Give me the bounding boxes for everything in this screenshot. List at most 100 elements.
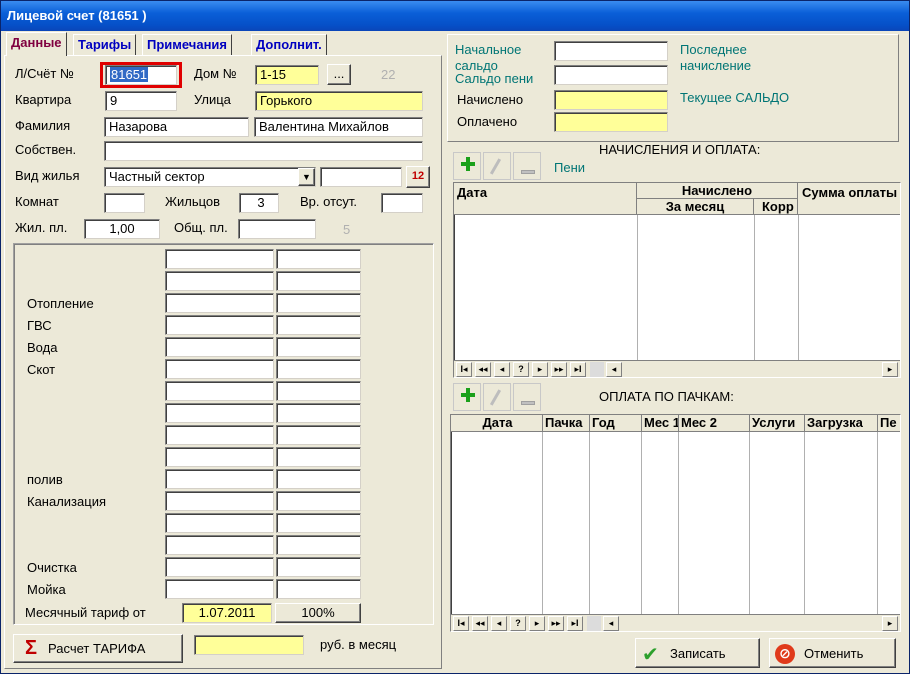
tab-additional[interactable]: Дополнит. [251, 34, 327, 55]
service-value-cell[interactable] [165, 469, 274, 489]
service-extra-cell[interactable] [276, 403, 361, 423]
service-value-cell[interactable] [165, 425, 274, 445]
service-extra-cell[interactable] [276, 513, 361, 533]
nav-prev-icon[interactable]: ◂ [494, 362, 510, 377]
tab-notes[interactable]: Примечания [142, 34, 233, 55]
save-button[interactable]: ✔ Записать [635, 638, 760, 668]
charges-scrollbar[interactable]: I◂ ◂◂ ◂? ▸ ▸▸ ▸I ◂ ▸ [454, 360, 900, 377]
service-value-cell[interactable] [165, 315, 274, 335]
col-year-header[interactable]: Год [590, 415, 642, 432]
col-date-header[interactable]: Дата [454, 183, 637, 215]
service-value-cell[interactable] [165, 491, 274, 511]
col-month1-header[interactable]: Мес 1 [642, 415, 679, 432]
service-extra-cell[interactable] [276, 557, 361, 577]
service-value-cell[interactable] [165, 447, 274, 467]
calc-tariff-button[interactable]: Σ Расчет ТАРИФА [13, 634, 183, 663]
residents-field[interactable]: 3 [239, 193, 279, 213]
owner-field[interactable] [104, 141, 423, 161]
nav-prev-page-icon[interactable]: ◂◂ [472, 616, 488, 631]
nav-next-page-icon[interactable]: ▸▸ [548, 616, 564, 631]
house-browse-button[interactable]: ... [327, 64, 351, 85]
service-extra-cell[interactable] [276, 315, 361, 335]
opening-balance-field[interactable] [554, 41, 668, 61]
account-field[interactable]: 81651 [105, 65, 177, 85]
edit-icon[interactable] [483, 152, 511, 180]
temp-absent-field[interactable] [381, 193, 423, 213]
service-extra-cell[interactable] [276, 249, 361, 269]
col-corr-header[interactable]: Корр [754, 199, 798, 215]
housing-type-select[interactable]: Частный сектор ▼ [104, 167, 316, 187]
paid-field[interactable] [554, 112, 668, 132]
service-value-cell[interactable] [165, 535, 274, 555]
service-value-cell[interactable] [165, 249, 274, 269]
penalty-balance-field[interactable] [554, 65, 668, 85]
service-extra-cell[interactable] [276, 359, 361, 379]
service-extra-cell[interactable] [276, 469, 361, 489]
service-extra-cell[interactable] [276, 535, 361, 555]
service-value-cell[interactable] [165, 557, 274, 577]
col-charged-header[interactable]: Начислено [637, 183, 798, 199]
street-field[interactable]: Горького [255, 91, 423, 111]
charges-grid[interactable]: Дата Начислено За месяц Корр Сумма оплат… [453, 182, 901, 378]
service-extra-cell[interactable] [276, 271, 361, 291]
service-extra-cell[interactable] [276, 425, 361, 445]
name-field[interactable]: Валентина Михайлов [254, 117, 423, 137]
tariff-percent-button[interactable]: 100% [275, 603, 361, 623]
rooms-field[interactable] [104, 193, 145, 213]
payments-scrollbar[interactable]: I◂ ◂◂ ◂? ▸ ▸▸ ▸I ◂ ▸ [451, 614, 900, 631]
service-extra-cell[interactable] [276, 491, 361, 511]
living-area-field[interactable]: 1,00 [84, 219, 160, 239]
charged-field[interactable] [554, 90, 668, 110]
house-field[interactable]: 1-15 [255, 65, 319, 85]
col-month2-header[interactable]: Мес 2 [679, 415, 750, 432]
nav-next-icon[interactable]: ▸ [529, 616, 545, 631]
service-value-cell[interactable] [165, 359, 274, 379]
service-value-cell[interactable] [165, 513, 274, 533]
apartment-field[interactable]: 9 [105, 91, 177, 111]
service-value-cell[interactable] [165, 403, 274, 423]
service-value-cell[interactable] [165, 271, 274, 291]
tab-tariffs[interactable]: Тарифы [73, 34, 137, 55]
scroll-right-icon[interactable]: ▸ [882, 362, 898, 377]
col-upload-header[interactable]: Загрузка [805, 415, 878, 432]
nav-help-icon[interactable]: ? [513, 362, 529, 377]
delete-payment-icon[interactable] [513, 383, 541, 411]
surname-field[interactable]: Назарова [104, 117, 249, 137]
delete-icon[interactable] [513, 152, 541, 180]
nav-first-icon[interactable]: I◂ [453, 616, 469, 631]
service-extra-cell[interactable] [276, 337, 361, 357]
nav-next-page-icon[interactable]: ▸▸ [551, 362, 567, 377]
service-value-cell[interactable] [165, 579, 274, 599]
col-month-header[interactable]: За месяц [637, 199, 754, 215]
service-value-cell[interactable] [165, 293, 274, 313]
payments-grid[interactable]: Дата Пачка Год Мес 1 Мес 2 Услуги Загрузка Пе I… [450, 414, 901, 632]
edit-payment-icon[interactable] [483, 383, 511, 411]
calendar-icon[interactable]: 12 [406, 166, 430, 188]
scroll-left-icon[interactable]: ◂ [603, 616, 619, 631]
nav-last-icon[interactable]: ▸I [570, 362, 586, 377]
add-icon[interactable] [453, 152, 481, 180]
cancel-button[interactable]: ⊘ Отменить [769, 638, 896, 668]
service-extra-cell[interactable] [276, 579, 361, 599]
calc-result-field[interactable] [194, 635, 304, 655]
col-services-header[interactable]: Услуги [750, 415, 805, 432]
col-batch-header[interactable]: Пачка [543, 415, 590, 432]
nav-prev-page-icon[interactable]: ◂◂ [475, 362, 491, 377]
housing-type-extra-field[interactable] [320, 167, 402, 187]
nav-next-icon[interactable]: ▸ [532, 362, 548, 377]
col-payment-header[interactable]: Сумма оплаты [798, 183, 900, 215]
nav-prev-icon[interactable]: ◂ [491, 616, 507, 631]
nav-help-icon[interactable]: ? [510, 616, 526, 631]
scroll-left-icon[interactable]: ◂ [606, 362, 622, 377]
nav-first-icon[interactable]: I◂ [456, 362, 472, 377]
total-area-field[interactable] [238, 219, 316, 239]
col-penalty-header[interactable]: Пе [878, 415, 900, 432]
service-extra-cell[interactable] [276, 381, 361, 401]
scroll-right-icon[interactable]: ▸ [882, 616, 898, 631]
chevron-down-icon[interactable]: ▼ [298, 168, 315, 186]
nav-last-icon[interactable]: ▸I [567, 616, 583, 631]
tab-data[interactable]: Данные [6, 32, 67, 56]
add-payment-icon[interactable] [453, 383, 481, 411]
service-value-cell[interactable] [165, 337, 274, 357]
service-extra-cell[interactable] [276, 447, 361, 467]
